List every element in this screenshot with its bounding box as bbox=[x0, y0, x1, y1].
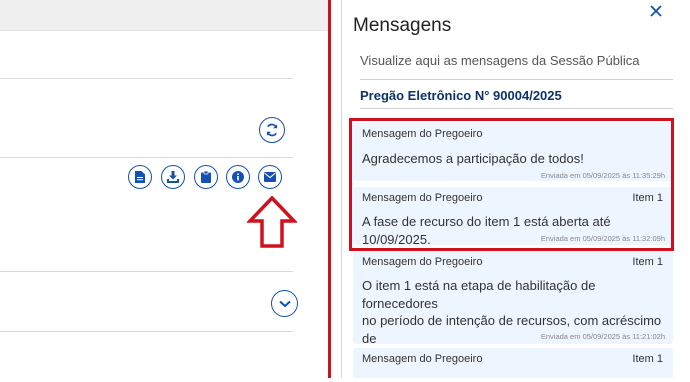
info-icon bbox=[232, 171, 244, 183]
divider bbox=[0, 271, 293, 272]
panel-title: Mensagens bbox=[353, 15, 452, 36]
message-card: Mensagem do Pregoeiro Item 1 bbox=[353, 348, 673, 378]
panel-subtitle: Visualize aqui as mensagens da Sessão Pú… bbox=[360, 53, 640, 68]
spacer bbox=[331, 0, 341, 378]
divider bbox=[0, 331, 293, 332]
up-arrow-icon bbox=[247, 196, 297, 248]
expand-button[interactable] bbox=[271, 290, 298, 317]
message-timestamp: Enviada em 05/09/2025 às 11:21:02h bbox=[540, 332, 665, 341]
clipboard-icon bbox=[201, 171, 211, 183]
download-button[interactable] bbox=[161, 165, 185, 189]
highlight-box bbox=[349, 118, 674, 251]
document-button[interactable] bbox=[128, 165, 152, 189]
messages-button[interactable] bbox=[258, 165, 282, 189]
chevron-down-icon bbox=[278, 300, 291, 307]
clipboard-button[interactable] bbox=[194, 165, 218, 189]
message-card: Mensagem do Pregoeiro Item 1 O item 1 es… bbox=[353, 251, 673, 381]
document-icon bbox=[135, 171, 145, 183]
divider bbox=[0, 157, 293, 158]
divider bbox=[360, 79, 673, 80]
info-button[interactable] bbox=[226, 165, 250, 189]
divider bbox=[360, 108, 673, 109]
top-bar bbox=[0, 0, 328, 31]
close-icon[interactable] bbox=[648, 3, 664, 19]
envelope-icon bbox=[264, 172, 276, 182]
message-sender: Mensagem do Pregoeiro bbox=[362, 353, 483, 365]
refresh-button[interactable] bbox=[259, 117, 285, 143]
pregao-number: Pregão Eletrônico N° 90004/2025 bbox=[360, 88, 562, 103]
divider bbox=[0, 78, 293, 79]
message-item: Item 1 bbox=[632, 353, 663, 365]
session-main-area bbox=[0, 0, 328, 378]
message-item: Item 1 bbox=[632, 256, 663, 268]
download-icon bbox=[167, 171, 179, 183]
message-sender: Mensagem do Pregoeiro bbox=[362, 256, 483, 268]
refresh-icon bbox=[266, 123, 278, 137]
